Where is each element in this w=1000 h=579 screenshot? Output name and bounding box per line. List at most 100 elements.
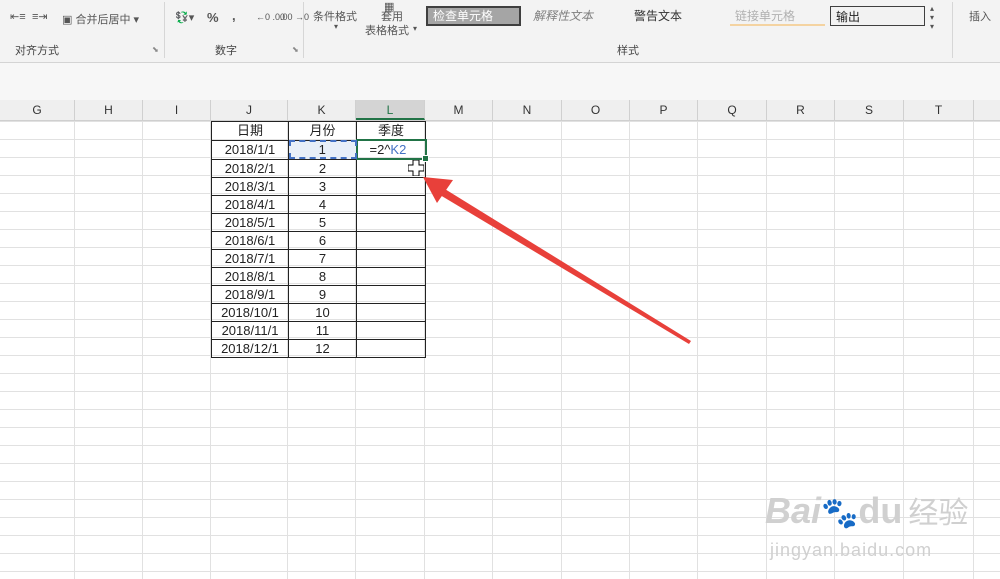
styles-group-label: 样式: [617, 45, 639, 57]
month-cell[interactable]: 6: [288, 230, 357, 250]
dialog-launcher-icon[interactable]: ⬊: [292, 45, 299, 54]
style-linked-cell[interactable]: 链接单元格: [730, 6, 825, 26]
table-format-label-2[interactable]: 表格格式: [365, 22, 409, 38]
quarter-cell[interactable]: [356, 284, 426, 304]
chevron-down-icon: ▾: [413, 24, 418, 33]
quarter-cell[interactable]: [356, 230, 426, 250]
grid-line: [492, 121, 493, 579]
group-divider: [952, 2, 953, 58]
month-cell[interactable]: 8: [288, 266, 357, 286]
decrease-decimal-button[interactable]: .00 →0: [280, 12, 309, 22]
date-cell[interactable]: 2018/11/1: [211, 320, 289, 340]
comma-button[interactable]: ,: [232, 8, 236, 23]
table-row: 2018/1/1 1 =2^K2: [211, 139, 429, 162]
watermark-brand-2: du: [858, 490, 903, 531]
date-cell[interactable]: 2018/3/1: [211, 176, 289, 196]
column-header[interactable]: H: [75, 100, 143, 120]
style-label: 警告文本: [634, 9, 683, 23]
date-cell[interactable]: 2018/5/1: [211, 212, 289, 232]
column-header[interactable]: P: [630, 100, 698, 120]
style-warning-text[interactable]: 警告文本: [629, 6, 724, 26]
date-cell[interactable]: 2018/10/1: [211, 302, 289, 322]
style-label: 链接单元格: [735, 9, 796, 23]
style-label: 输出: [836, 10, 861, 24]
quarter-cell[interactable]: [356, 266, 426, 286]
watermark: Bai🐾du 经验: [765, 488, 968, 532]
table-row: 2018/3/1 3: [211, 176, 426, 196]
quarter-cell[interactable]: [356, 176, 426, 196]
header-cell[interactable]: 日期: [211, 121, 289, 141]
percent-button[interactable]: %: [207, 10, 219, 25]
style-explanatory-text[interactable]: 解释性文本: [528, 6, 623, 26]
column-header[interactable]: N: [493, 100, 562, 120]
table-row: 2018/10/1 10: [211, 302, 426, 322]
quarter-cell[interactable]: [356, 194, 426, 214]
column-header[interactable]: T: [904, 100, 974, 120]
merge-center-label: 合并后居中: [75, 14, 131, 26]
grid-line: [74, 121, 75, 579]
date-cell[interactable]: 2018/9/1: [211, 284, 289, 304]
table-row: 2018/8/1 8: [211, 266, 426, 286]
quarter-cell[interactable]: [356, 212, 426, 232]
insert-button[interactable]: 插入: [969, 8, 991, 24]
grid-line: [142, 121, 143, 579]
dialog-launcher-icon[interactable]: ⬊: [152, 45, 159, 54]
watermark-brand: Bai: [765, 490, 822, 531]
month-cell[interactable]: 11: [288, 320, 357, 340]
quarter-cell[interactable]: [356, 320, 426, 340]
month-cell[interactable]: 12: [288, 338, 357, 358]
column-header[interactable]: K: [288, 100, 356, 120]
style-gallery-scroll[interactable]: ▴ ▾ ▾: [930, 4, 934, 31]
data-table: 日期 月份 季度 2018/1/1 1 =2^K2 2018/2/1 2 2018…: [211, 121, 429, 358]
date-cell[interactable]: 2018/1/1: [211, 139, 289, 160]
month-cell[interactable]: 7: [288, 248, 357, 268]
quarter-cell[interactable]: [356, 302, 426, 322]
month-cell[interactable]: 5: [288, 212, 357, 232]
date-cell[interactable]: 2018/2/1: [211, 158, 289, 178]
column-header[interactable]: R: [767, 100, 835, 120]
currency-format-icon[interactable]: 💱▾: [175, 11, 194, 24]
alignment-group-label: 对齐方式: [15, 45, 59, 57]
date-cell[interactable]: 2018/4/1: [211, 194, 289, 214]
grid-line: [561, 121, 562, 579]
column-header-selected[interactable]: L: [356, 100, 425, 120]
column-header[interactable]: Q: [698, 100, 767, 120]
month-cell-referenced[interactable]: 1: [288, 139, 357, 160]
month-cell[interactable]: 9: [288, 284, 357, 304]
watermark-url: jingyan.baidu.com: [770, 540, 933, 560]
formula-bar-area: [0, 63, 1000, 101]
header-cell[interactable]: 月份: [288, 121, 357, 141]
header-cell[interactable]: 季度: [356, 121, 426, 141]
ribbon: ⇤≡ ≡⇥ ▣ 合并后居中 ▾ 对齐方式 ⬊ 💱▾ % , ←0 .00 .00…: [0, 0, 1000, 63]
style-check-cell[interactable]: 检查单元格: [426, 6, 521, 26]
quarter-cell[interactable]: [356, 248, 426, 268]
month-cell[interactable]: 4: [288, 194, 357, 214]
table-row: 2018/7/1 7: [211, 248, 426, 268]
indent-decrease-icon[interactable]: ⇤≡: [10, 10, 26, 23]
group-divider: [303, 2, 304, 58]
column-header[interactable]: O: [562, 100, 630, 120]
month-cell[interactable]: 2: [288, 158, 357, 178]
grid-line: [629, 121, 630, 579]
quarter-cell[interactable]: [356, 338, 426, 358]
formula-ref: K2: [390, 142, 407, 157]
month-cell[interactable]: 3: [288, 176, 357, 196]
style-output[interactable]: 输出: [830, 6, 925, 26]
column-header[interactable]: J: [211, 100, 288, 120]
date-cell[interactable]: 2018/6/1: [211, 230, 289, 250]
merge-center-button[interactable]: ▣ 合并后居中 ▾: [62, 11, 139, 27]
column-header[interactable]: S: [835, 100, 904, 120]
column-header[interactable]: M: [425, 100, 493, 120]
grid-line: [697, 121, 698, 579]
paw-icon: 🐾: [821, 497, 859, 530]
formula-cell-active[interactable]: =2^K2: [355, 139, 429, 162]
date-cell[interactable]: 2018/7/1: [211, 248, 289, 268]
column-header[interactable]: I: [143, 100, 211, 120]
month-cell[interactable]: 10: [288, 302, 357, 322]
date-cell[interactable]: 2018/8/1: [211, 266, 289, 286]
indent-increase-icon[interactable]: ≡⇥: [32, 10, 48, 23]
column-header[interactable]: G: [0, 100, 75, 120]
table-row: 2018/2/1 2: [211, 158, 426, 178]
date-cell[interactable]: 2018/12/1: [211, 338, 289, 358]
table-row: 2018/6/1 6: [211, 230, 426, 250]
